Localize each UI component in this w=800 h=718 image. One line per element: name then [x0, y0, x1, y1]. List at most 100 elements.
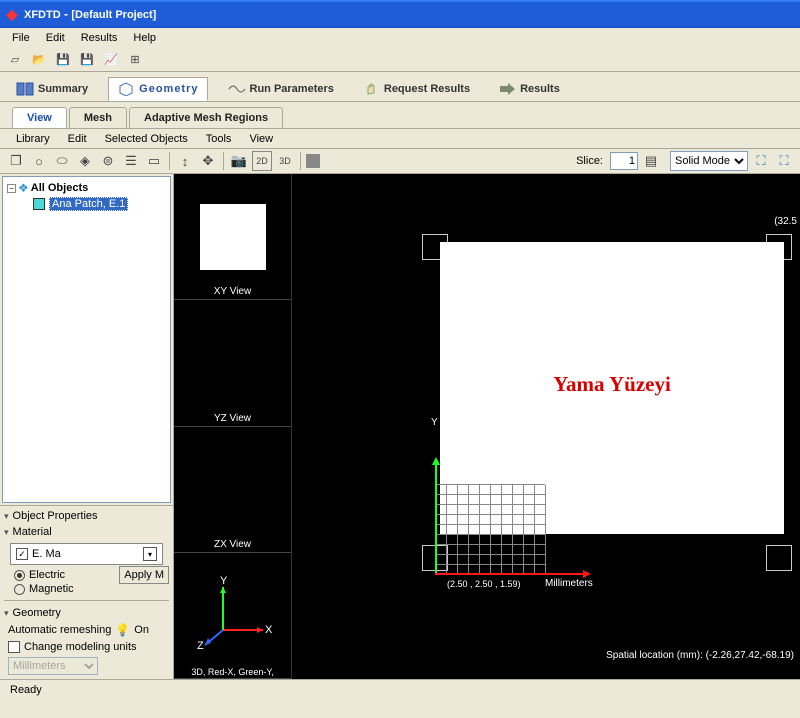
- cylinder-tool-icon[interactable]: ⬭: [52, 151, 72, 171]
- helix-tool-icon[interactable]: ☰: [121, 151, 141, 171]
- book-icon: [16, 82, 34, 96]
- cone-tool-icon[interactable]: ◈: [75, 151, 95, 171]
- thumbnail-column: XY View YZ View ZX View X Y Z 3D, Red-X,…: [174, 174, 292, 679]
- subtab-adaptive[interactable]: Adaptive Mesh Regions: [129, 107, 283, 128]
- arrow-right-icon: [498, 82, 516, 96]
- tab-geometry[interactable]: Geometry: [108, 77, 207, 101]
- sphere-tool-icon[interactable]: ○: [29, 151, 49, 171]
- radio-magnetic[interactable]: [14, 584, 25, 595]
- window-title: XFDTD - [Default Project]: [24, 7, 796, 21]
- open-icon[interactable]: 📂: [30, 51, 48, 69]
- menu-file[interactable]: File: [4, 30, 38, 46]
- thumb-3d-axes[interactable]: X Y Z 3D, Red-X, Green-Y,: [174, 553, 291, 679]
- tab-request-results[interactable]: Request Results: [354, 78, 478, 100]
- tab-run-parameters[interactable]: Run Parameters: [220, 78, 342, 100]
- tree-root[interactable]: − ❖ All Objects: [7, 181, 166, 195]
- edit-toolbar: ❐ ○ ⬭ ◈ ⊜ ☰ ▭ ↕ ✥ 📷 2D 3D Slice: ▤ Solid…: [0, 148, 800, 174]
- patch-color-icon: [33, 198, 45, 210]
- viewport-axes: Y (2.50 , 2.50 , 1.59) Millimeters: [407, 435, 587, 575]
- save-icon[interactable]: 💾: [54, 51, 72, 69]
- slice-stepper-icon[interactable]: ▤: [641, 151, 661, 171]
- thumb-yz-view[interactable]: YZ View: [174, 300, 291, 426]
- submenu-tools[interactable]: Tools: [198, 131, 240, 147]
- y-axis-arrow: [435, 463, 437, 575]
- change-units-row[interactable]: Change modeling units: [4, 639, 169, 655]
- bulb-icon[interactable]: 💡: [115, 623, 130, 637]
- material-value: E. Ma: [32, 548, 61, 560]
- menu-results[interactable]: Results: [73, 30, 126, 46]
- tree-item-ana-patch[interactable]: Ana Patch, E.1: [33, 197, 166, 211]
- submenu-selected-objects[interactable]: Selected Objects: [97, 131, 196, 147]
- display-mode-select[interactable]: Solid Mode: [670, 151, 748, 171]
- radio-electric[interactable]: [14, 570, 25, 581]
- axis-tick-values: (2.50 , 2.50 , 1.59): [447, 579, 521, 589]
- tab-results[interactable]: Results: [490, 78, 568, 100]
- color-swatch-icon[interactable]: [306, 154, 320, 168]
- radio-magnetic-row[interactable]: Magnetic: [4, 582, 169, 596]
- cube-tool-icon[interactable]: ❐: [6, 151, 26, 171]
- grid-icon[interactable]: ⊞: [126, 51, 144, 69]
- chevron-down-icon: ▾: [4, 511, 9, 522]
- extrude-tool-icon[interactable]: ▭: [144, 151, 164, 171]
- tab-summary[interactable]: Summary: [8, 78, 96, 100]
- menu-edit[interactable]: Edit: [38, 30, 73, 46]
- annotation-label: Yama Yüzeyi: [545, 370, 679, 399]
- zoom-fit-icon[interactable]: ⛶: [751, 151, 771, 171]
- object-tree[interactable]: − ❖ All Objects Ana Patch, E.1: [2, 176, 171, 503]
- dropdown-icon[interactable]: ▾: [143, 547, 157, 561]
- material-selector[interactable]: ✓ E. Ma ▾: [10, 543, 163, 565]
- zoom-region-icon[interactable]: ⛶: [774, 151, 794, 171]
- app-icon: ◆: [4, 6, 20, 22]
- chevron-down-icon: ▾: [4, 527, 9, 538]
- section-material[interactable]: ▾ Material: [4, 524, 169, 540]
- apply-material-button[interactable]: Apply M: [119, 566, 169, 584]
- thumb-xy-view[interactable]: XY View: [174, 174, 291, 300]
- titlebar: ◆ XFDTD - [Default Project]: [0, 0, 800, 28]
- main-viewport[interactable]: (32.5 Yama Yüzeyi Y (2.50 , 2.50 , 1.59)…: [292, 174, 800, 679]
- toolbar-standard: ▱ 📂 💾 💾 📈 ⊞: [0, 48, 800, 72]
- slice-input[interactable]: [610, 152, 638, 170]
- section-geometry[interactable]: ▾ Geometry: [4, 605, 169, 621]
- subtab-mesh[interactable]: Mesh: [69, 107, 127, 128]
- tree-root-label: All Objects: [31, 182, 88, 194]
- statusbar: Ready: [0, 679, 800, 699]
- xy-preview: [200, 204, 266, 270]
- svg-text:X: X: [265, 624, 273, 636]
- axis-unit-label: Millimeters: [545, 578, 593, 589]
- sub-menubar: Library Edit Selected Objects Tools View: [0, 128, 800, 148]
- view3d-button[interactable]: 3D: [275, 151, 295, 171]
- chevron-down-icon: ▾: [4, 608, 9, 619]
- submenu-view[interactable]: View: [241, 131, 281, 147]
- move-tool-icon[interactable]: ✥: [198, 151, 218, 171]
- left-panel: − ❖ All Objects Ana Patch, E.1 ▾ Object …: [0, 174, 174, 679]
- subtab-view[interactable]: View: [12, 107, 67, 128]
- section-object-properties[interactable]: ▾ Object Properties: [4, 508, 169, 524]
- change-units-checkbox[interactable]: [8, 641, 20, 653]
- new-icon[interactable]: ▱: [6, 51, 24, 69]
- y-axis-label: Y: [431, 417, 438, 428]
- torus-tool-icon[interactable]: ⊜: [98, 151, 118, 171]
- x-axis-arrow: [435, 573, 585, 575]
- view2d-button[interactable]: 2D: [252, 151, 272, 171]
- menu-help[interactable]: Help: [125, 30, 164, 46]
- workspace: − ❖ All Objects Ana Patch, E.1 ▾ Object …: [0, 174, 800, 679]
- submenu-library[interactable]: Library: [8, 131, 58, 147]
- thumb-zx-view[interactable]: ZX View: [174, 427, 291, 553]
- frame-bracket-br: [766, 545, 792, 571]
- chart-icon[interactable]: 📈: [102, 51, 120, 69]
- axes-caption: 3D, Red-X, Green-Y,: [191, 667, 273, 677]
- select-tool-icon[interactable]: ↕: [175, 151, 195, 171]
- remesh-state: On: [134, 624, 149, 636]
- axes-3d-icon: X Y Z: [193, 575, 273, 655]
- camera-tool-icon[interactable]: 📷: [229, 151, 249, 171]
- submenu-edit[interactable]: Edit: [60, 131, 95, 147]
- save-as-icon[interactable]: 💾: [78, 51, 96, 69]
- svg-text:Z: Z: [197, 640, 204, 652]
- tree-collapse-icon[interactable]: −: [7, 184, 16, 193]
- material-checkbox[interactable]: ✓: [16, 548, 28, 560]
- xy-label: XY View: [214, 286, 251, 297]
- spatial-location-readout: Spatial location (mm): (-2.26,27.42,-68.…: [606, 650, 794, 661]
- svg-text:Y: Y: [220, 575, 228, 587]
- zx-label: ZX View: [214, 539, 251, 550]
- hand-icon: [362, 82, 380, 96]
